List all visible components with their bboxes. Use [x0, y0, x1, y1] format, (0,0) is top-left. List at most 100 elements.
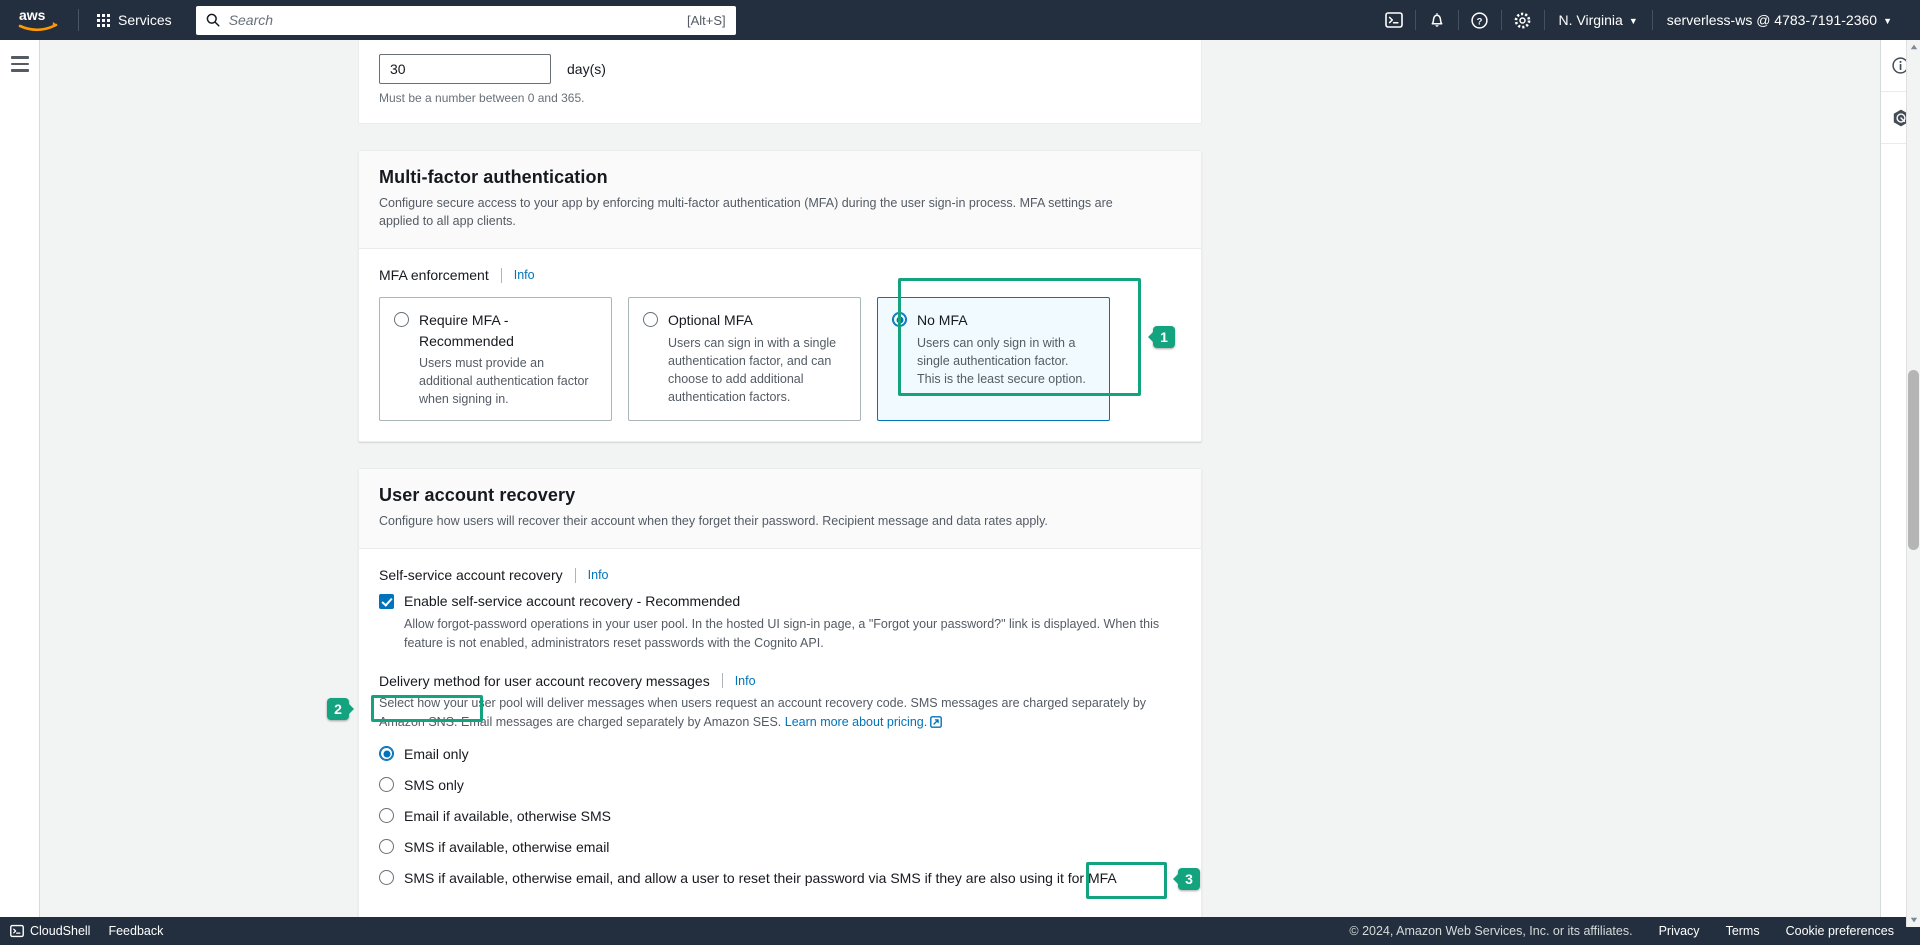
- enable-self-service-row[interactable]: Enable self-service account recovery - R…: [379, 593, 1181, 653]
- recovery-title: User account recovery: [379, 485, 576, 506]
- delivery-option-label: SMS if available, otherwise email: [404, 838, 610, 855]
- delivery-option-email-otherwise-sms[interactable]: Email if available, otherwise SMS: [379, 805, 1181, 826]
- token-expiration-card: day(s) Must be a number between 0 and 36…: [358, 40, 1202, 124]
- mfa-option-no-mfa[interactable]: No MFA Users can only sign in with a sin…: [877, 297, 1110, 422]
- cookie-preferences-link[interactable]: Cookie preferences: [1786, 924, 1894, 938]
- delivery-method-description: Select how your user pool will deliver m…: [379, 694, 1181, 734]
- recovery-card-body: Self-service account recovery Info Enabl…: [359, 549, 1201, 918]
- mfa-option-desc: Users can sign in with a single authenti…: [668, 335, 837, 404]
- self-service-label: Self-service account recovery: [379, 567, 563, 584]
- delivery-method-radio-group: Email only SMS only Email if available, …: [379, 743, 1181, 888]
- days-unit-label: day(s): [567, 61, 606, 77]
- settings-gear-icon[interactable]: [1502, 0, 1544, 40]
- region-label: N. Virginia: [1558, 12, 1623, 28]
- cloudshell-icon: [10, 924, 24, 938]
- delivery-method-info-link[interactable]: Info: [735, 674, 756, 688]
- notifications-bell-icon[interactable]: [1416, 0, 1458, 40]
- mfa-option-title: Optional MFA: [668, 312, 753, 329]
- scroll-down-arrow-icon[interactable]: [1907, 913, 1920, 927]
- hamburger-menu-icon[interactable]: [10, 56, 29, 72]
- label-divider: [500, 267, 502, 283]
- top-navigation-bar: aws Services [Alt+S]: [0, 0, 1920, 40]
- bottom-status-bar: CloudShell Feedback © 2024, Amazon Web S…: [0, 917, 1920, 945]
- mfa-option-title: Require MFA - Recommended: [419, 312, 514, 349]
- content-column: day(s) Must be a number between 0 and 36…: [358, 40, 1202, 927]
- page-scrollbar[interactable]: [1906, 40, 1920, 927]
- page-scroll-area: day(s) Must be a number between 0 and 36…: [40, 40, 1920, 927]
- enable-self-service-label: Enable self-service account recovery - R…: [404, 593, 741, 610]
- mfa-title: Multi-factor authentication: [379, 167, 608, 187]
- svg-text:aws: aws: [19, 7, 46, 23]
- mfa-card-header: Multi-factor authentication Configure se…: [359, 151, 1201, 250]
- delivery-desc-text: Select how your user pool will deliver m…: [379, 695, 1147, 729]
- delivery-option-sms-only[interactable]: SMS only: [379, 774, 1181, 795]
- mfa-description: Configure secure access to your app by e…: [379, 196, 1113, 229]
- radio-sms-only[interactable]: [379, 777, 394, 793]
- annotation-badge-2: 2: [327, 698, 349, 720]
- mfa-option-require-mfa[interactable]: Require MFA - Recommended Users must pro…: [379, 297, 612, 422]
- aws-logo[interactable]: aws: [16, 7, 62, 33]
- grid-apps-icon: [97, 13, 110, 27]
- annotation-badge-3: 3: [1178, 868, 1200, 890]
- services-menu-button[interactable]: Services: [85, 6, 184, 34]
- mfa-card-body: MFA enforcement Info Require MFA - Recom…: [359, 249, 1201, 441]
- help-question-icon[interactable]: ?: [1459, 0, 1501, 40]
- chevron-down-icon: ▼: [1883, 15, 1892, 26]
- mfa-option-optional-mfa[interactable]: Optional MFA Users can sign in with a si…: [628, 297, 861, 422]
- delivery-option-sms-otherwise-email[interactable]: SMS if available, otherwise email: [379, 836, 1181, 857]
- self-service-info-link[interactable]: Info: [588, 568, 609, 582]
- cloudshell-icon[interactable]: [1373, 0, 1415, 40]
- bottom-bar-left: CloudShell Feedback: [0, 924, 163, 938]
- left-navigation-rail: [0, 40, 40, 927]
- feedback-label: Feedback: [108, 924, 164, 938]
- mfa-enforcement-label-row: MFA enforcement Info: [379, 267, 1181, 283]
- external-link-icon: [930, 715, 943, 734]
- delivery-option-label: SMS only: [404, 776, 464, 793]
- delivery-method-label: Delivery method for user account recover…: [379, 672, 710, 689]
- radio-optional-mfa[interactable]: [643, 312, 658, 328]
- terms-link[interactable]: Terms: [1726, 924, 1760, 938]
- nav-divider: [78, 9, 79, 31]
- search-input[interactable]: [228, 12, 680, 28]
- mfa-option-title: No MFA: [917, 312, 968, 329]
- label-divider: [721, 673, 723, 689]
- global-search-box[interactable]: [Alt+S]: [195, 5, 736, 35]
- delivery-option-label: Email if available, otherwise SMS: [404, 807, 611, 824]
- search-icon: [206, 13, 220, 27]
- days-hint: Must be a number between 0 and 365.: [379, 91, 585, 105]
- top-nav-right-group: ? N. Virginia ▼ serverless-ws @ 4783-719…: [1373, 0, 1920, 40]
- days-field-row: day(s): [379, 54, 1181, 84]
- radio-email-only[interactable]: [379, 746, 394, 762]
- radio-email-otherwise-sms[interactable]: [379, 808, 394, 824]
- radio-sms-otherwise-email[interactable]: [379, 839, 394, 855]
- search-shortcut-hint: [Alt+S]: [687, 12, 726, 28]
- mfa-enforcement-info-link[interactable]: Info: [514, 268, 535, 282]
- bottom-bar-right: © 2024, Amazon Web Services, Inc. or its…: [1349, 924, 1920, 938]
- enable-self-service-description: Allow forgot-password operations in your…: [404, 617, 1160, 651]
- days-input[interactable]: [379, 54, 551, 84]
- self-service-label-row: Self-service account recovery Info: [379, 567, 1181, 583]
- services-label: Services: [118, 12, 172, 28]
- pricing-link[interactable]: Learn more about pricing.: [785, 715, 927, 729]
- feedback-button[interactable]: Feedback: [108, 924, 163, 938]
- privacy-link[interactable]: Privacy: [1659, 924, 1700, 938]
- radio-no-mfa[interactable]: [892, 312, 907, 328]
- radio-sms-otherwise-email-mfa[interactable]: [379, 870, 394, 886]
- scroll-thumb[interactable]: [1908, 370, 1919, 550]
- mfa-option-tiles: Require MFA - Recommended Users must pro…: [379, 297, 1181, 422]
- delivery-option-label: SMS if available, otherwise email, and a…: [404, 869, 1117, 886]
- cloudshell-button[interactable]: CloudShell: [10, 924, 90, 938]
- radio-require-mfa[interactable]: [394, 312, 409, 328]
- scroll-up-arrow-icon[interactable]: [1907, 40, 1920, 54]
- delivery-option-email-only[interactable]: Email only: [379, 743, 1181, 764]
- region-selector[interactable]: N. Virginia ▼: [1545, 0, 1652, 40]
- account-label: serverless-ws @ 4783-7191-2360: [1666, 12, 1878, 28]
- svg-text:?: ?: [1477, 16, 1483, 27]
- enable-self-service-checkbox[interactable]: [379, 594, 394, 610]
- mfa-option-desc: Users must provide an additional authent…: [419, 355, 589, 407]
- delivery-option-sms-otherwise-email-mfa[interactable]: SMS if available, otherwise email, and a…: [379, 867, 1181, 888]
- account-menu[interactable]: serverless-ws @ 4783-7191-2360 ▼: [1653, 0, 1906, 40]
- label-divider: [574, 567, 576, 583]
- delivery-method-label-row: Delivery method for user account recover…: [379, 673, 1181, 689]
- delivery-option-label: Email only: [404, 745, 469, 762]
